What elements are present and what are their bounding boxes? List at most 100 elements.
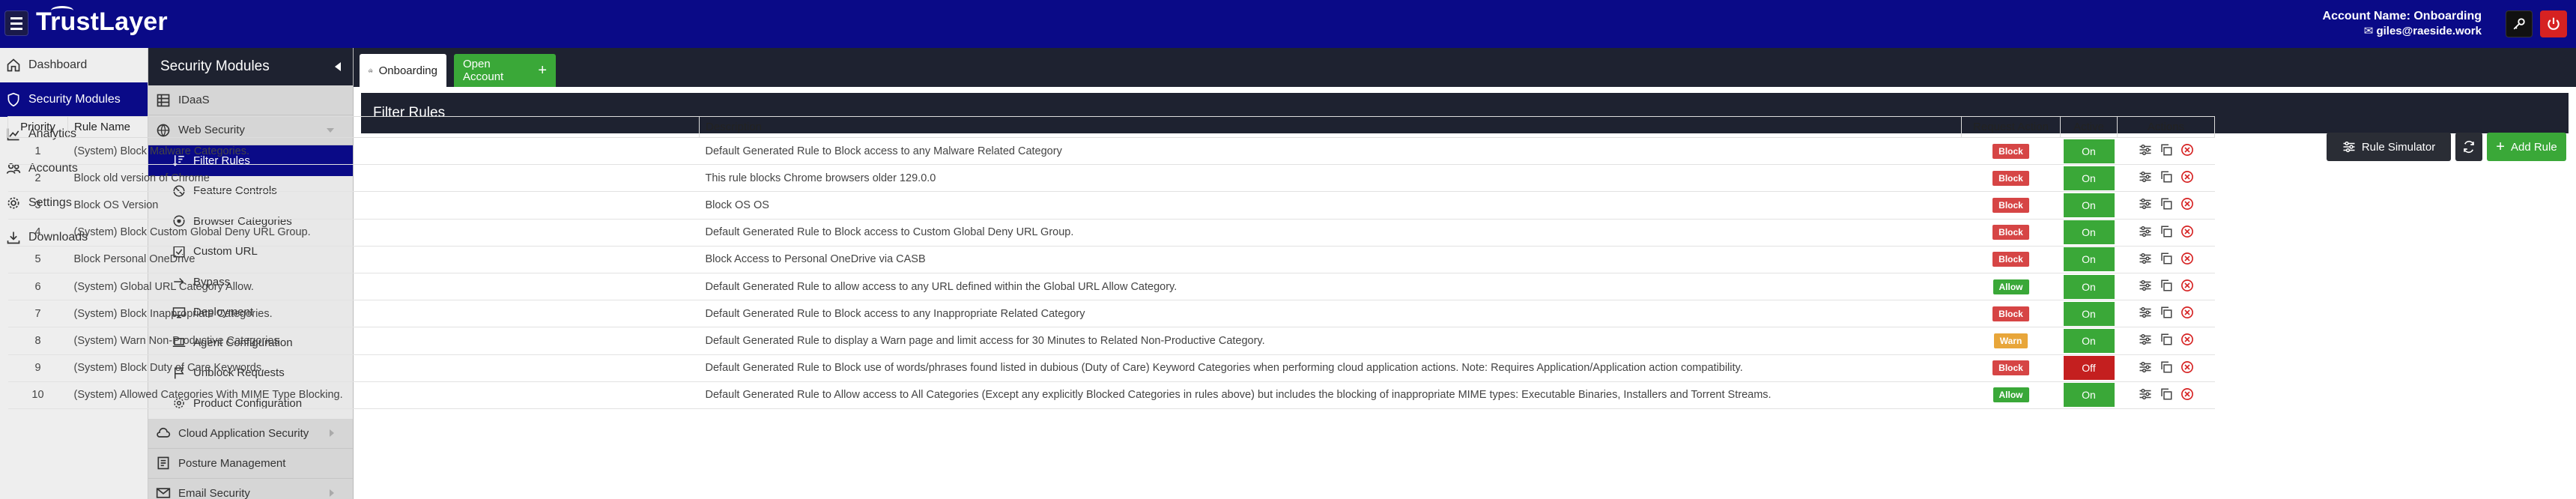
cell-active: On (2060, 219, 2118, 247)
sub-item-email-security[interactable]: Email Security (148, 479, 353, 499)
copy-icon[interactable] (2160, 279, 2173, 292)
logout-button[interactable] (2540, 10, 2567, 37)
chevron-right-icon (330, 429, 334, 437)
table-row[interactable]: 8 (System) Warn Non-Productive Categories… (7, 327, 2215, 355)
edit-icon[interactable] (2139, 198, 2152, 210)
delete-icon[interactable] (2180, 387, 2194, 401)
edit-icon[interactable] (2139, 171, 2152, 183)
delete-icon[interactable] (2180, 143, 2194, 157)
hamburger-icon (10, 16, 22, 31)
edit-icon[interactable] (2139, 279, 2152, 291)
action-badge: Block (1992, 197, 2029, 213)
copy-icon[interactable] (2160, 252, 2173, 265)
collapse-left-icon[interactable] (333, 61, 342, 72)
edit-icon[interactable] (2139, 306, 2152, 318)
edit-icon[interactable] (2139, 333, 2152, 345)
cell-actions (2117, 327, 2215, 355)
header-active[interactable]: Active (2060, 116, 2118, 138)
edit-icon[interactable] (2139, 361, 2152, 373)
delete-icon[interactable] (2180, 279, 2194, 292)
table-row[interactable]: 5 Block Personal OneDrive Block Access to … (7, 246, 2215, 273)
cell-request-action: Allow (1961, 273, 2061, 301)
cell-priority: 4 (7, 219, 68, 247)
active-toggle[interactable]: On (2063, 139, 2115, 163)
cell-description: Default Generated Rule to allow access t… (699, 273, 1962, 301)
cell-active: Off (2060, 354, 2118, 382)
active-toggle[interactable]: Off (2063, 356, 2115, 381)
table-row[interactable]: 7 (System) Block Inappropriate Categories… (7, 300, 2215, 328)
table-row[interactable]: 2 Block old version of Chrome This rule bl… (7, 164, 2215, 193)
cell-rule-name: (System) Block Duty of Care Keywords. (67, 354, 700, 382)
action-badge: Block (1992, 252, 2029, 267)
action-badge: Allow (1992, 279, 2029, 294)
nav-item-security-modules[interactable]: Security Modules (0, 82, 148, 117)
active-toggle[interactable]: On (2063, 383, 2115, 408)
delete-icon[interactable] (2180, 197, 2194, 211)
delete-icon[interactable] (2180, 306, 2194, 319)
copy-icon[interactable] (2160, 225, 2173, 238)
header-rule-name[interactable]: Rule Name (67, 116, 700, 138)
header-description[interactable]: Description (699, 116, 1962, 138)
delete-icon[interactable] (2180, 225, 2194, 238)
delete-icon[interactable] (2180, 360, 2194, 374)
add-rule-button[interactable]: + Add Rule (2487, 133, 2566, 161)
table-row[interactable]: 6 (System) Global URL Category Allow. Defa… (7, 273, 2215, 301)
table-header-row: Priority Rule Name Description Request A… (7, 116, 2215, 138)
row-actions (2139, 360, 2194, 374)
cell-priority: 7 (7, 300, 68, 328)
delete-icon[interactable] (2180, 170, 2194, 184)
refresh-button[interactable] (2455, 133, 2482, 161)
copy-icon[interactable] (2160, 360, 2173, 374)
table-row[interactable]: 3 Block OS Version Block OS OS Block On (7, 191, 2215, 220)
row-actions (2139, 197, 2194, 211)
table-row[interactable]: 1 (System) Block Malware Categories. Defau… (7, 137, 2215, 166)
table-row[interactable]: 4 (System) Block Custom Global Deny URL G… (7, 219, 2215, 247)
menu-toggle-button[interactable] (4, 10, 28, 36)
open-account-tab[interactable]: Open Account + (454, 54, 556, 87)
cell-priority: 2 (7, 164, 68, 193)
header-request-action[interactable]: Request Action (1961, 116, 2061, 138)
cell-description: Default Generated Rule to Block access t… (699, 137, 1962, 166)
cell-rule-name: (System) Global URL Category Allow. (67, 273, 700, 301)
home-icon (7, 58, 20, 72)
cell-actions (2117, 191, 2215, 220)
cell-actions (2117, 273, 2215, 301)
edit-icon[interactable] (2139, 144, 2152, 156)
cell-active: On (2060, 381, 2118, 409)
copy-icon[interactable] (2160, 143, 2173, 157)
rule-simulator-button[interactable]: Rule Simulator (2327, 133, 2451, 161)
delete-icon[interactable] (2180, 252, 2194, 265)
table-row[interactable]: 9 (System) Block Duty of Care Keywords. De… (7, 354, 2215, 382)
key-button[interactable] (2506, 10, 2533, 37)
header-priority[interactable]: Priority (7, 116, 68, 138)
active-toggle[interactable]: On (2063, 166, 2115, 190)
cell-description: Default Generated Rule to Block access t… (699, 219, 1962, 247)
tab-onboarding[interactable]: Onboarding (360, 54, 446, 87)
edit-icon[interactable] (2139, 252, 2152, 264)
edit-icon[interactable] (2139, 388, 2152, 400)
cell-active: On (2060, 191, 2118, 220)
copy-icon[interactable] (2160, 197, 2173, 211)
copy-icon[interactable] (2160, 333, 2173, 346)
sub-item-idaas[interactable]: IDaaS (148, 85, 353, 115)
cell-request-action: Block (1961, 354, 2061, 382)
copy-icon[interactable] (2160, 170, 2173, 184)
nav-item-dashboard[interactable]: Dashboard (0, 48, 148, 82)
active-toggle[interactable]: On (2063, 220, 2115, 245)
sub-item-posture-management[interactable]: Posture Management (148, 449, 353, 479)
sub-item-cloud-application-security[interactable]: Cloud Application Security (148, 419, 353, 449)
filter-rules-table: Priority Rule Name Description Request A… (7, 116, 2215, 409)
active-toggle[interactable]: On (2063, 247, 2115, 272)
delete-icon[interactable] (2180, 333, 2194, 346)
active-toggle[interactable]: On (2063, 274, 2115, 299)
table-row[interactable]: 10 (System) Allowed Categories With MIME … (7, 381, 2215, 409)
cloud-icon (157, 427, 171, 438)
active-toggle[interactable]: On (2063, 301, 2115, 326)
app-logo: TrustLayer (36, 6, 168, 37)
copy-icon[interactable] (2160, 387, 2173, 401)
tab-label: Onboarding (378, 64, 437, 77)
active-toggle[interactable]: On (2063, 328, 2115, 353)
edit-icon[interactable] (2139, 226, 2152, 238)
copy-icon[interactable] (2160, 306, 2173, 319)
active-toggle[interactable]: On (2063, 193, 2115, 217)
